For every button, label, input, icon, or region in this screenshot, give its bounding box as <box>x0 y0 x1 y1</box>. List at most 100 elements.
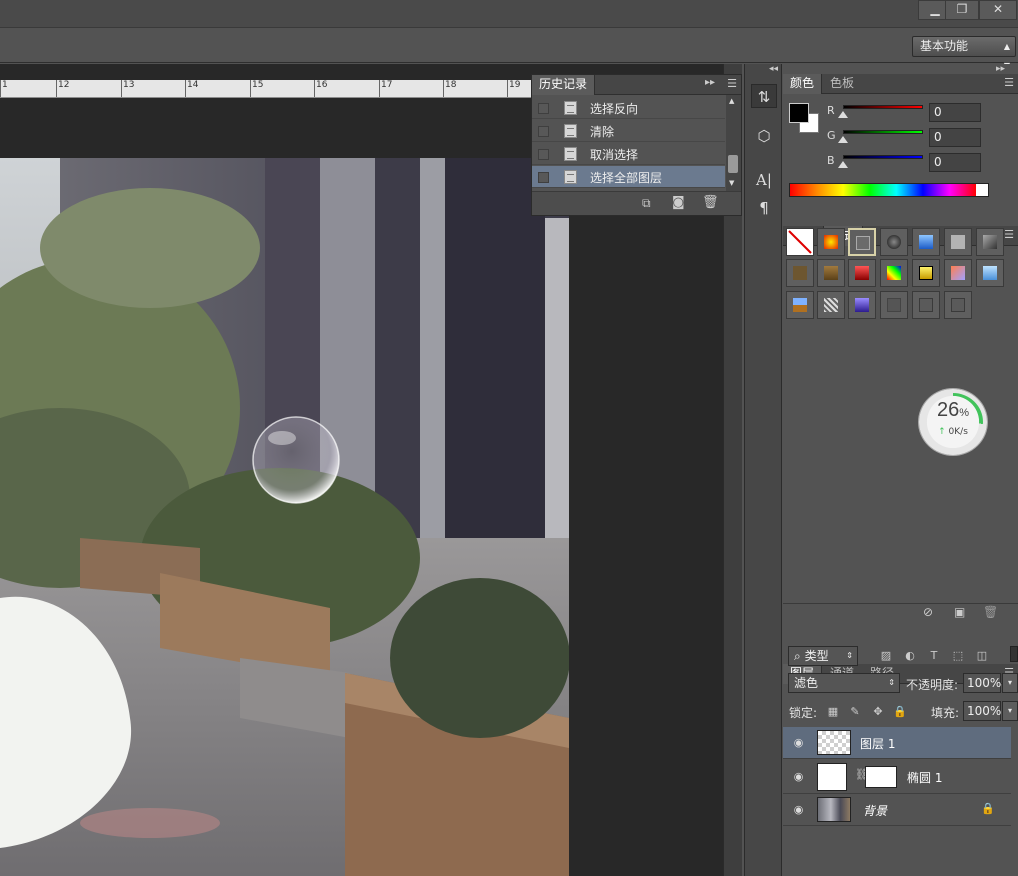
layer-row[interactable]: ◉ ⛓ 椭圆 1 <box>783 760 1011 794</box>
history-snapshot-checkbox[interactable] <box>538 172 549 183</box>
blend-mode-select[interactable]: 滤色 ⇕ <box>788 673 900 693</box>
style-swatch[interactable] <box>880 228 908 256</box>
panel-expand-icon[interactable]: ▸▸ <box>705 77 715 88</box>
network-speed-widget[interactable]: 26% ↑ 0K/s <box>919 389 987 455</box>
lock-icon: 🔒 <box>981 802 995 815</box>
trash-icon[interactable]: 🗑 <box>983 605 998 619</box>
new-style-icon[interactable]: ▣ <box>954 605 965 619</box>
red-slider[interactable] <box>843 105 923 109</box>
scroll-thumb[interactable] <box>728 155 738 173</box>
history-snapshot-checkbox[interactable] <box>538 126 549 137</box>
tab-color[interactable]: 颜色 <box>783 74 823 94</box>
eye-icon[interactable]: ◉ <box>792 803 805 816</box>
style-swatch[interactable] <box>880 259 908 287</box>
ruler-tick: 18 <box>442 80 457 97</box>
styles-footer: ⊘ ▣ 🗑 <box>783 603 1018 623</box>
history-item-selected[interactable]: 选择全部图层 <box>532 166 725 188</box>
history-snapshot-checkbox[interactable] <box>538 103 549 114</box>
green-value-input[interactable]: 0 <box>929 128 981 147</box>
blue-slider[interactable] <box>843 155 923 159</box>
color-spectrum-bar[interactable] <box>789 183 989 197</box>
eye-icon[interactable]: ◉ <box>792 770 805 783</box>
scroll-up-icon[interactable]: ▲ <box>729 97 734 105</box>
style-swatch[interactable] <box>848 291 876 319</box>
style-swatch[interactable] <box>786 259 814 287</box>
fill-label: 填充: <box>931 706 960 720</box>
green-slider[interactable] <box>843 130 923 134</box>
history-item[interactable]: 选择反向 <box>532 97 725 119</box>
character-icon[interactable]: A| <box>751 168 777 192</box>
pixel-layer-filter-icon[interactable]: ▨ <box>879 649 893 663</box>
style-swatch[interactable] <box>817 291 845 319</box>
opacity-input[interactable]: 100% <box>963 673 1001 693</box>
fill-dropdown-icon[interactable]: ▾ <box>1002 701 1018 721</box>
tab-swatches[interactable]: 色板 <box>823 74 861 94</box>
foreground-color-swatch[interactable] <box>789 103 809 123</box>
3d-cube-icon[interactable]: ⬡ <box>751 124 777 148</box>
smart-object-filter-icon[interactable]: ◫ <box>975 649 989 663</box>
layer-name[interactable]: 图层 1 <box>860 735 895 752</box>
trash-icon[interactable]: 🗑 <box>702 195 719 210</box>
title-bar <box>0 0 1018 28</box>
layer-kind-filter[interactable]: ⌕ 类型 ⇕ <box>788 646 858 666</box>
dock-collapse-icon[interactable]: ▸▸ <box>996 64 1005 74</box>
fill-input[interactable]: 100% <box>963 701 1001 721</box>
history-scrollbar[interactable]: ▲ ▼ <box>726 95 741 191</box>
lock-transparent-pixels-icon[interactable]: ▦ <box>826 705 840 719</box>
adjustment-layer-filter-icon[interactable]: ◐ <box>903 649 917 663</box>
style-swatch[interactable] <box>976 259 1004 287</box>
clear-style-icon[interactable]: ⊘ <box>923 605 933 619</box>
style-swatch[interactable] <box>944 228 972 256</box>
style-swatch[interactable] <box>848 259 876 287</box>
layer-row[interactable]: ◉ 背景 🔒 <box>783 794 1011 826</box>
tab-history[interactable]: 历史记录 <box>532 75 596 95</box>
style-swatch-none[interactable] <box>786 228 814 256</box>
style-swatch-selected[interactable] <box>848 228 876 256</box>
close-button[interactable]: ✕ <box>979 0 1017 20</box>
style-swatch[interactable] <box>817 259 845 287</box>
lock-image-pixels-icon[interactable]: ✎ <box>848 705 862 719</box>
history-panel-icon[interactable]: ⇅ <box>751 84 777 108</box>
red-value-input[interactable]: 0 <box>929 103 981 122</box>
style-swatch[interactable] <box>817 228 845 256</box>
layer-row[interactable]: ◉ 图层 1 <box>783 727 1011 759</box>
canvas-photo[interactable] <box>0 158 569 876</box>
restore-button[interactable]: ❐ <box>945 0 979 20</box>
paragraph-icon[interactable]: ¶ <box>751 196 777 220</box>
opacity-dropdown-icon[interactable]: ▾ <box>1002 673 1018 693</box>
ruler-tick: 15 <box>249 80 264 97</box>
panel-icon-strip: ◂◂ ⇅ ⬡ A| ¶ <box>744 64 782 876</box>
panel-menu-icon[interactable]: ☰ <box>727 77 737 90</box>
chevron-updown-icon: ⇕ <box>888 678 895 687</box>
scroll-down-icon[interactable]: ▼ <box>729 179 734 187</box>
panel-menu-icon[interactable]: ☰ <box>1004 228 1014 241</box>
style-swatch[interactable] <box>944 291 972 319</box>
eye-icon[interactable]: ◉ <box>792 736 805 749</box>
lock-position-icon[interactable]: ✥ <box>871 705 885 719</box>
shape-layer-filter-icon[interactable]: ⬚ <box>951 649 965 663</box>
panel-menu-icon[interactable]: ☰ <box>1004 76 1014 89</box>
layer-name[interactable]: 背景 <box>863 802 887 819</box>
blue-value-input[interactable]: 0 <box>929 153 981 172</box>
style-swatch[interactable] <box>912 259 940 287</box>
blue-slider-knob[interactable] <box>838 161 848 168</box>
style-swatch[interactable] <box>880 291 908 319</box>
history-item[interactable]: 取消选择 <box>532 143 725 165</box>
style-swatch[interactable] <box>976 228 1004 256</box>
style-swatch[interactable] <box>786 291 814 319</box>
green-slider-knob[interactable] <box>838 136 848 143</box>
style-swatch[interactable] <box>944 259 972 287</box>
history-snapshot-checkbox[interactable] <box>538 149 549 160</box>
red-slider-knob[interactable] <box>838 111 848 118</box>
new-document-from-state-icon[interactable]: ⧉ <box>642 196 651 211</box>
filter-toggle[interactable] <box>1010 646 1018 662</box>
collapse-dock-icon[interactable]: ◂◂ <box>769 64 778 74</box>
style-swatch[interactable] <box>912 291 940 319</box>
style-swatch[interactable] <box>912 228 940 256</box>
workspace-select[interactable]: 基本功能 ▲▼ <box>912 36 1016 70</box>
type-layer-filter-icon[interactable]: T <box>927 649 941 663</box>
layer-name[interactable]: 椭圆 1 <box>907 769 942 786</box>
camera-icon[interactable]: ◙ <box>672 195 685 210</box>
lock-all-icon[interactable]: 🔒 <box>893 705 907 719</box>
history-item[interactable]: 清除 <box>532 120 725 142</box>
